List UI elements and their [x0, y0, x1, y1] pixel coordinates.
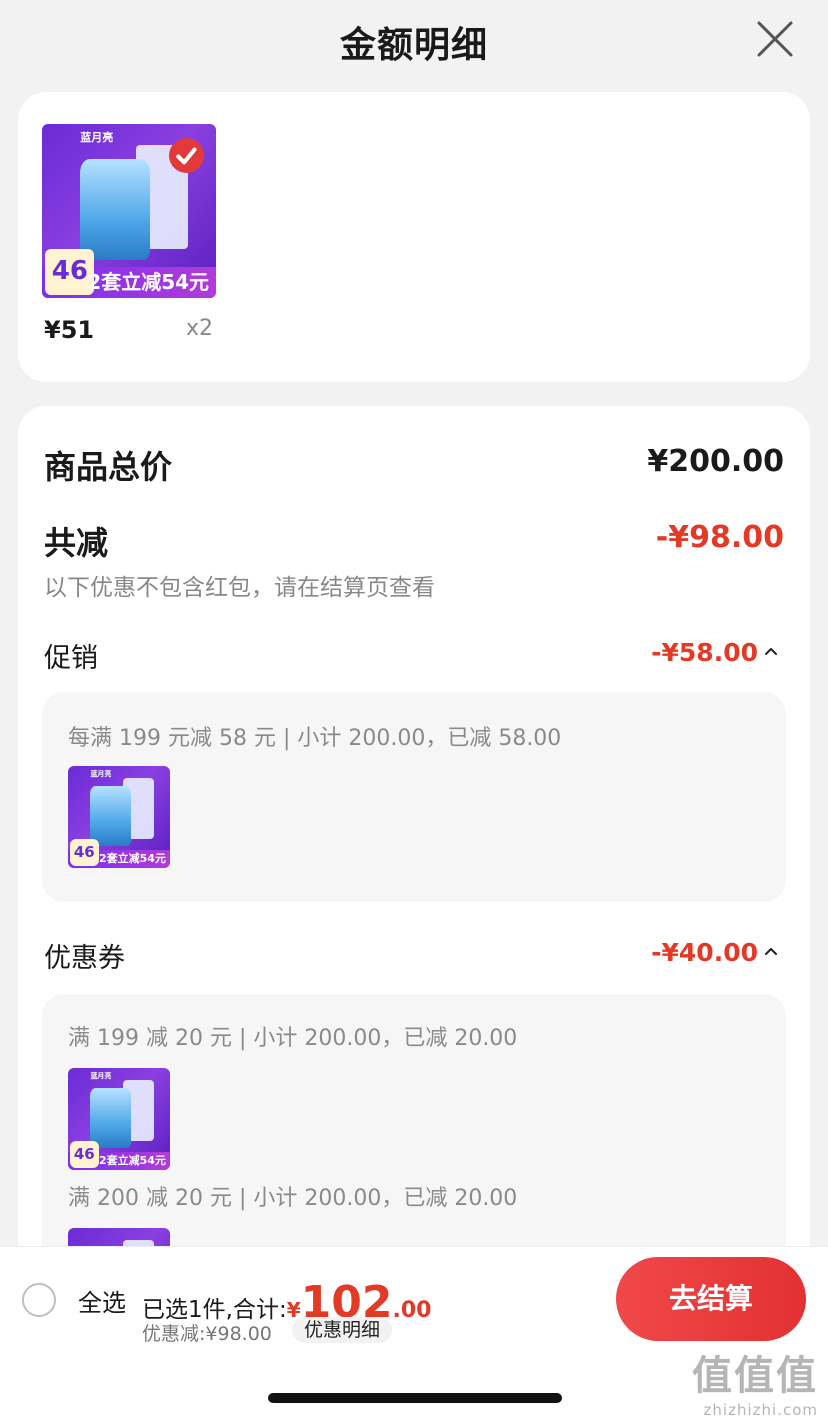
- brand-label: 蓝月亮: [80, 131, 114, 145]
- discount-note: 以下优惠不包含红包，请在结算页查看: [44, 575, 435, 601]
- product-thumbnail[interactable]: 蓝月亮 46 2套立减54元: [68, 766, 170, 868]
- detergent-bottle-graphic: [90, 786, 132, 846]
- brand-label: 蓝月亮: [90, 770, 112, 779]
- total-amount-decimal: .00: [392, 1298, 432, 1323]
- discount-detail-link[interactable]: 优惠明细: [292, 1317, 393, 1343]
- discount-value: -¥98.00: [655, 520, 784, 555]
- radio-unchecked-icon[interactable]: [22, 1283, 56, 1317]
- coupon-value: -¥40.00: [651, 938, 758, 967]
- promo-band-text: 2套立减54元: [87, 269, 210, 294]
- select-all-label[interactable]: 全选: [78, 1283, 126, 1318]
- discount-summary: 优惠减:¥98.00: [142, 1323, 272, 1345]
- product-card: 蓝月亮 46 2套立减54元 ¥51 x2: [18, 92, 810, 382]
- promo-band-text: 2套立减54元: [98, 851, 166, 865]
- page-title: 金额明细: [339, 25, 488, 66]
- detergent-bottle-graphic: [90, 1088, 132, 1148]
- product-quantity: x2: [186, 316, 214, 341]
- brand-label: 蓝月亮: [90, 1072, 112, 1081]
- coupon-label: 优惠券: [44, 943, 125, 974]
- promotion-toggle[interactable]: -¥58.00: [651, 638, 778, 667]
- total-value: ¥200.00: [647, 444, 784, 479]
- promotion-value: -¥58.00: [651, 638, 758, 667]
- price-badge: 46: [70, 1141, 99, 1168]
- total-label: 商品总价: [44, 448, 173, 486]
- price-badge: 46: [70, 839, 99, 866]
- discount-label: 共减: [44, 524, 109, 562]
- watermark-site: zhizhizhi.com: [703, 1401, 818, 1419]
- product-price: ¥51: [44, 316, 95, 344]
- detergent-bottle-graphic: [80, 158, 150, 260]
- promotion-rule: 每满 199 元减 58 元 | 小计 200.00，已减 58.00: [68, 726, 562, 751]
- checkout-button[interactable]: 去结算: [616, 1257, 806, 1341]
- amount-detail-page: 金额明细 蓝月亮 46 2套立减54元 ¥51 x2 商品总价 ¥200.00 …: [0, 0, 828, 1420]
- coupon-rule: 满 199 减 20 元 | 小计 200.00，已减 20.00: [68, 1026, 518, 1051]
- chevron-up-icon: [765, 648, 777, 655]
- watermark-glyphs: 值值值: [692, 1353, 818, 1399]
- promotion-label: 促销: [44, 643, 98, 674]
- coupon-toggle[interactable]: -¥40.00: [651, 938, 778, 967]
- checkout-bar: 全选 已选1件,合计:¥102.00 优惠减:¥98.00 优惠明细 去结算 值…: [0, 1246, 828, 1420]
- coupon-rule: 满 200 减 20 元 | 小计 200.00，已减 20.00: [68, 1186, 518, 1211]
- home-indicator: [268, 1393, 562, 1403]
- product-thumbnail[interactable]: 蓝月亮 46 2套立减54元: [42, 124, 216, 298]
- product-thumbnail[interactable]: 蓝月亮 46 2套立减54元: [68, 1068, 170, 1170]
- promotion-detail-box: 每满 199 元减 58 元 | 小计 200.00，已减 58.00 蓝月亮 …: [42, 692, 786, 902]
- header: 金额明细: [0, 0, 828, 80]
- chevron-up-icon: [765, 948, 777, 955]
- checkmark-icon: [169, 137, 204, 173]
- close-icon[interactable]: [756, 20, 794, 58]
- promo-band-text: 2套立减54元: [98, 1153, 166, 1167]
- site-watermark: 值值值 zhizhizhi.com: [692, 1343, 818, 1419]
